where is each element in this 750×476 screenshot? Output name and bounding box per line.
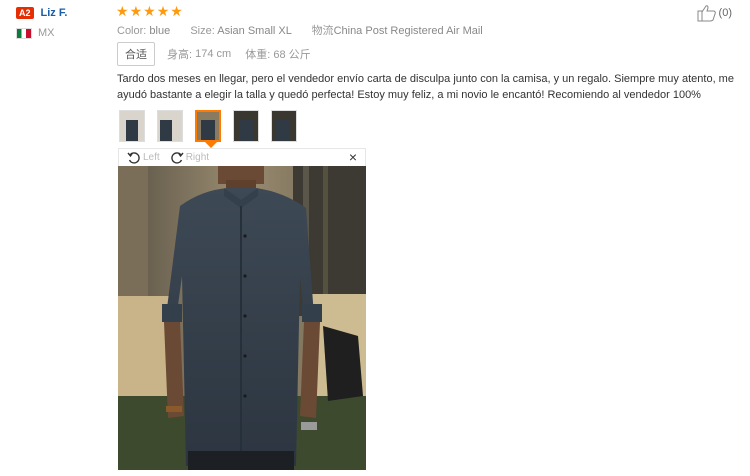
- helpful-count: (0): [718, 7, 732, 19]
- shipping-value: China Post Registered Air Mail: [333, 25, 483, 37]
- rotate-left-button[interactable]: Left: [127, 151, 160, 165]
- height-value: 174 cm: [195, 48, 232, 60]
- photo-viewer-toolbar: Left Right ×: [118, 148, 366, 166]
- rotate-left-icon: [127, 151, 140, 164]
- level-badge: A2: [16, 7, 34, 19]
- size-label: Size:: [190, 25, 215, 37]
- thumbs-up-icon: [697, 5, 716, 22]
- review-text: Tardo dos meses en llegar, pero el vende…: [117, 73, 734, 101]
- rotate-left-label: Left: [143, 152, 160, 163]
- mexico-flag-icon: [16, 27, 32, 39]
- height-label: 身高:: [167, 49, 193, 61]
- reviewer-country: MX: [38, 27, 55, 39]
- fit-tag: 合适: [117, 42, 155, 66]
- buyer-measurements: 合适 身高: 174 cm 体重: 68 公斤: [117, 42, 311, 66]
- photo-thumbnail[interactable]: [271, 110, 297, 142]
- reviewer-info: A2 Liz F. MX: [16, 6, 106, 40]
- weight-value: 68 公斤: [273, 49, 311, 61]
- star-icon: ★: [129, 3, 143, 19]
- close-icon[interactable]: ×: [349, 150, 357, 164]
- reviewer-name[interactable]: Liz F.: [41, 7, 68, 19]
- rotate-right-label: Right: [185, 152, 210, 163]
- helpful-button[interactable]: (0): [697, 4, 732, 22]
- rotate-right-button[interactable]: Right: [170, 151, 209, 165]
- star-icon: ★: [156, 3, 170, 19]
- shipping-label: 物流: [311, 25, 334, 37]
- photo-thumbnail[interactable]: [119, 110, 145, 142]
- star-icon: ★: [116, 3, 129, 19]
- photo-thumbnail[interactable]: [157, 110, 183, 142]
- size-value: Asian Small XL: [217, 25, 292, 37]
- rotate-right-icon: [170, 151, 184, 164]
- weight-label: 体重:: [245, 49, 271, 61]
- star-icon: ★: [143, 3, 156, 19]
- customer-photo: [118, 166, 366, 470]
- photo-thumbnail[interactable]: [233, 110, 259, 142]
- photo-thumbnails: [119, 110, 309, 142]
- color-value: blue: [149, 25, 171, 37]
- color-label: Color:: [117, 25, 147, 37]
- star-rating: ★ ★ ★ ★ ★: [116, 4, 184, 18]
- photo-thumbnail-active[interactable]: [195, 110, 221, 142]
- star-icon: ★: [170, 3, 183, 19]
- customer-photo-illustration: [118, 166, 366, 470]
- product-attributes: Color: blue Size: Asian Small XL 物流China…: [117, 22, 483, 38]
